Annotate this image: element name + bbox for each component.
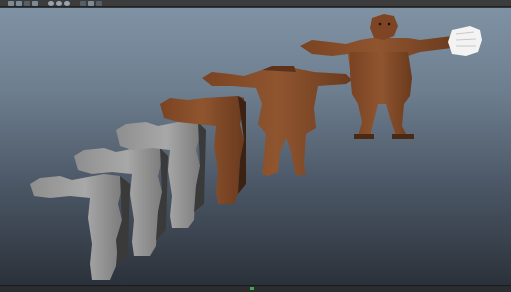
- gray-model-1[interactable]: [30, 174, 130, 280]
- scene-models: [30, 14, 482, 280]
- status-indicator: [250, 287, 254, 290]
- render-settings-icon[interactable]: [96, 0, 102, 6]
- glove-model[interactable]: [448, 26, 482, 56]
- select-tool-icon[interactable]: [8, 0, 14, 6]
- snap-curve-icon[interactable]: [56, 0, 62, 6]
- top-toolbar: [0, 0, 511, 7]
- rotate-tool-icon[interactable]: [24, 0, 30, 6]
- ipr-render-icon[interactable]: [88, 0, 94, 6]
- snap-grid-icon[interactable]: [48, 0, 54, 6]
- 3d-viewport[interactable]: [0, 8, 511, 286]
- snap-point-icon[interactable]: [64, 0, 70, 6]
- move-tool-icon[interactable]: [16, 0, 22, 6]
- scale-tool-icon[interactable]: [32, 0, 38, 6]
- status-bar: [0, 285, 511, 292]
- render-icon[interactable]: [80, 0, 86, 6]
